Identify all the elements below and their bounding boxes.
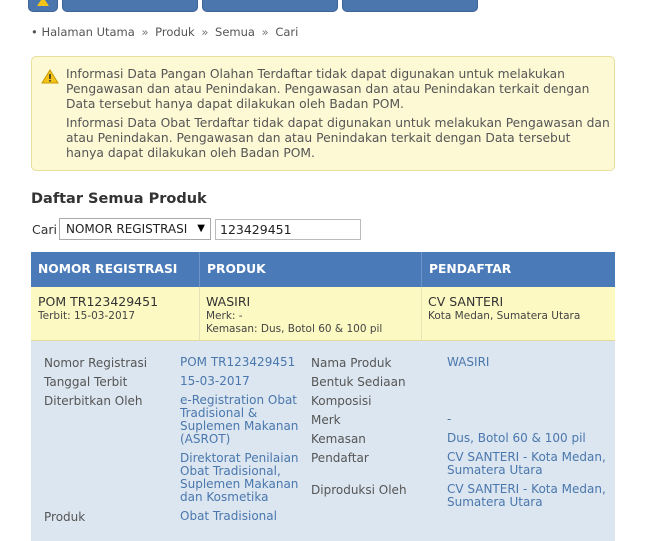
pendaftar-value: CV SANTERI [428, 294, 504, 309]
table-header: NOMOR REGISTRASI PRODUK PENDAFTAR [31, 252, 615, 287]
nomor-registrasi-value: POM TR123429451 [38, 294, 159, 309]
nav-tab-3[interactable] [202, 0, 338, 12]
column-header-pendaftar[interactable]: PENDAFTAR [421, 252, 615, 287]
breadcrumb-separator: » [141, 25, 149, 39]
column-header-produk[interactable]: PRODUK [199, 252, 421, 287]
nav-tab-4[interactable] [342, 0, 478, 12]
detail-label-nama-produk: Nama Produk [311, 356, 392, 370]
detail-value-produk: Obat Tradisional [180, 509, 277, 523]
breadcrumb-separator: » [261, 25, 269, 39]
warning-icon [41, 69, 59, 84]
detail-value-pendaftar: CV SANTERI - Kota Medan, Sumatera Utara [447, 450, 606, 477]
warning-icon [37, 0, 49, 6]
column-divider [421, 287, 422, 341]
detail-value-direktorat: Direktorat Penilaian Obat Tradisional, S… [180, 451, 299, 504]
search-type-value: NOMOR REGISTRASI [66, 222, 188, 236]
kemasan-value: Kemasan: Dus, Botol 60 & 100 pil [206, 323, 383, 335]
column-header-nomor-registrasi[interactable]: NOMOR REGISTRASI [31, 252, 198, 287]
breadcrumb-separator: » [201, 25, 209, 39]
breadcrumb-semua[interactable]: Semua [215, 25, 255, 39]
detail-label-komposisi: Komposisi [311, 394, 372, 408]
detail-value-nama-produk: WASIRI [447, 355, 490, 369]
breadcrumb-home[interactable]: Halaman Utama [41, 25, 134, 39]
detail-value-merk: - [447, 412, 452, 426]
cell-produk: WASIRI Merk: - Kemasan: Dus, Botol 60 & … [206, 294, 382, 335]
notice-message-obat: Informasi Data Obat Terdaftar tidak dapa… [66, 116, 610, 160]
terbit-value: Terbit: 15-03-2017 [38, 310, 136, 322]
section-title: Daftar Semua Produk [31, 191, 207, 207]
detail-label-tanggal-terbit: Tanggal Terbit [44, 375, 128, 389]
detail-label-diterbitkan-oleh: Diterbitkan Oleh [44, 394, 143, 408]
cell-pendaftar: CV SANTERI Kota Medan, Sumatera Utara [428, 294, 580, 322]
detail-value-diterbitkan-oleh: e-Registration Obat Tradisional & Suplem… [180, 393, 299, 446]
search-type-select[interactable]: NOMOR REGISTRASI ▼ [59, 218, 211, 240]
detail-value-diproduksi-oleh: CV SANTERI - Kota Medan, Sumatera Utara [447, 482, 606, 509]
detail-label-nomor-registrasi: Nomor Registrasi [44, 356, 148, 370]
dropdown-arrow-icon: ▼ [197, 223, 205, 234]
breadcrumb: • Halaman Utama » Produk » Semua » Cari [31, 25, 298, 39]
search-label: Cari [32, 222, 57, 237]
product-detail-panel: Nomor Registrasi POM TR123429451 Tanggal… [31, 341, 615, 541]
detail-label-pendaftar: Pendaftar [311, 451, 369, 465]
detail-label-produk: Produk [44, 510, 86, 524]
pendaftar-lokasi: Kota Medan, Sumatera Utara [428, 310, 581, 322]
nav-tab-warning[interactable] [28, 0, 58, 12]
detail-label-diproduksi-oleh: Diproduksi Oleh [311, 483, 407, 497]
detail-label-bentuk-sediaan: Bentuk Sediaan [311, 375, 406, 389]
search-input[interactable] [215, 219, 361, 240]
detail-label-kemasan: Kemasan [311, 432, 366, 446]
nav-tab-2[interactable] [62, 0, 198, 12]
bullet-icon: • [31, 25, 38, 39]
detail-label-merk: Merk [311, 413, 341, 427]
produk-value: WASIRI [206, 294, 251, 309]
detail-value-tanggal-terbit: 15-03-2017 [180, 374, 250, 388]
detail-value-kemasan: Dus, Botol 60 & 100 pil [447, 431, 586, 445]
table-row[interactable]: POM TR123429451 Terbit: 15-03-2017 WASIR… [31, 287, 615, 341]
detail-value-nomor-registrasi: POM TR123429451 [180, 355, 296, 369]
notice-message-pangan: Informasi Data Pangan Olahan Terdaftar t… [66, 67, 590, 111]
notice-box: Informasi Data Pangan Olahan Terdaftar t… [31, 56, 615, 171]
breadcrumb-current: Cari [275, 25, 299, 39]
merk-value: Merk: - [206, 310, 243, 322]
column-divider [199, 287, 200, 341]
top-navigation [0, 0, 646, 13]
breadcrumb-produk[interactable]: Produk [155, 25, 195, 39]
cell-nomor-registrasi: POM TR123429451 Terbit: 15-03-2017 [38, 294, 158, 322]
